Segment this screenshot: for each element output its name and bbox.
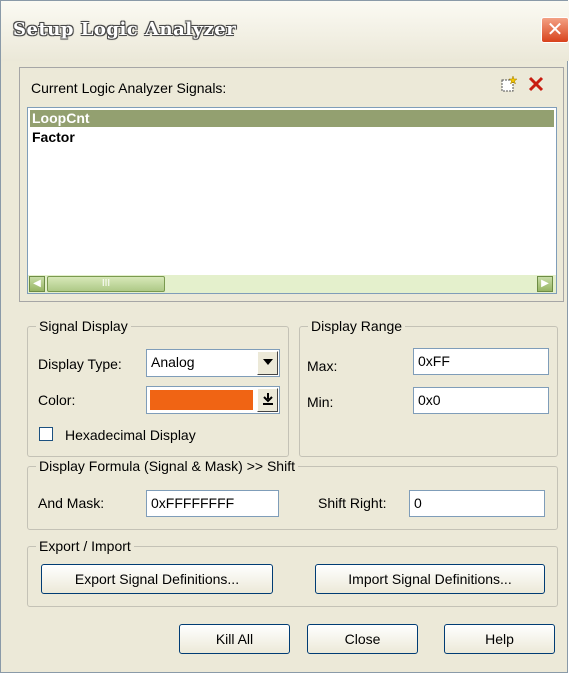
chevron-left-icon: ◀ — [33, 278, 41, 289]
color-label: Color: — [38, 392, 76, 408]
min-input[interactable]: 0x0 — [413, 387, 549, 414]
display-range-title: Display Range — [308, 318, 406, 334]
signal-display-title: Signal Display — [36, 318, 131, 334]
chevron-right-icon: ▶ — [541, 278, 549, 289]
display-formula-title: Display Formula (Signal & Mask) >> Shift — [36, 458, 298, 474]
list-item[interactable]: Factor — [30, 129, 75, 146]
color-swatch — [150, 390, 253, 410]
chevron-down-icon — [262, 359, 273, 365]
display-type-label: Display Type: — [38, 356, 122, 372]
signals-listbox[interactable]: LoopCnt Factor ◀ III ▶ — [27, 107, 557, 294]
import-signal-definitions-button[interactable]: Import Signal Definitions... — [315, 564, 545, 594]
max-label: Max: — [307, 358, 338, 374]
window-title: Setup Logic Analyzer — [13, 19, 237, 40]
close-button[interactable]: Close — [307, 624, 418, 654]
scroll-right-button[interactable]: ▶ — [537, 276, 553, 292]
new-signal-button[interactable] — [498, 74, 520, 96]
signals-label: Current Logic Analyzer Signals: — [31, 80, 227, 96]
display-type-value: Analog — [151, 354, 195, 370]
new-signal-icon — [501, 75, 518, 92]
display-type-select[interactable]: Analog — [146, 349, 280, 377]
grip-icon: III — [101, 278, 111, 289]
dropdown-button[interactable] — [257, 351, 278, 375]
shift-right-input[interactable]: 0 — [409, 490, 545, 517]
scroll-left-button[interactable]: ◀ — [29, 276, 45, 292]
delete-signal-icon — [528, 76, 544, 92]
shift-right-label: Shift Right: — [318, 495, 387, 511]
title-bar: Setup Logic Analyzer ✕ — [1, 1, 569, 61]
horizontal-scrollbar[interactable]: ◀ III ▶ — [28, 275, 556, 293]
dropdown-button[interactable] — [257, 388, 278, 412]
export-import-title: Export / Import — [36, 538, 134, 554]
export-signal-definitions-button[interactable]: Export Signal Definitions... — [41, 564, 273, 594]
scroll-thumb[interactable]: III — [47, 276, 165, 292]
hex-display-label: Hexadecimal Display — [65, 427, 196, 443]
hex-display-checkbox[interactable] — [39, 427, 53, 441]
setup-logic-analyzer-dialog: Setup Logic Analyzer ✕ Current Logic Ana… — [0, 0, 569, 673]
list-item[interactable]: LoopCnt — [30, 110, 554, 127]
max-input[interactable]: 0xFF — [413, 348, 549, 375]
close-icon: ✕ — [546, 17, 564, 41]
min-label: Min: — [307, 394, 334, 410]
delete-signal-button[interactable] — [525, 74, 547, 96]
and-mask-label: And Mask: — [38, 495, 105, 511]
kill-all-button[interactable]: Kill All — [179, 624, 290, 654]
close-window-button[interactable]: ✕ — [541, 17, 569, 43]
color-picker[interactable] — [146, 386, 280, 414]
and-mask-input[interactable]: 0xFFFFFFFF — [146, 490, 279, 517]
help-button[interactable]: Help — [444, 624, 555, 654]
download-arrow-icon — [262, 393, 273, 405]
